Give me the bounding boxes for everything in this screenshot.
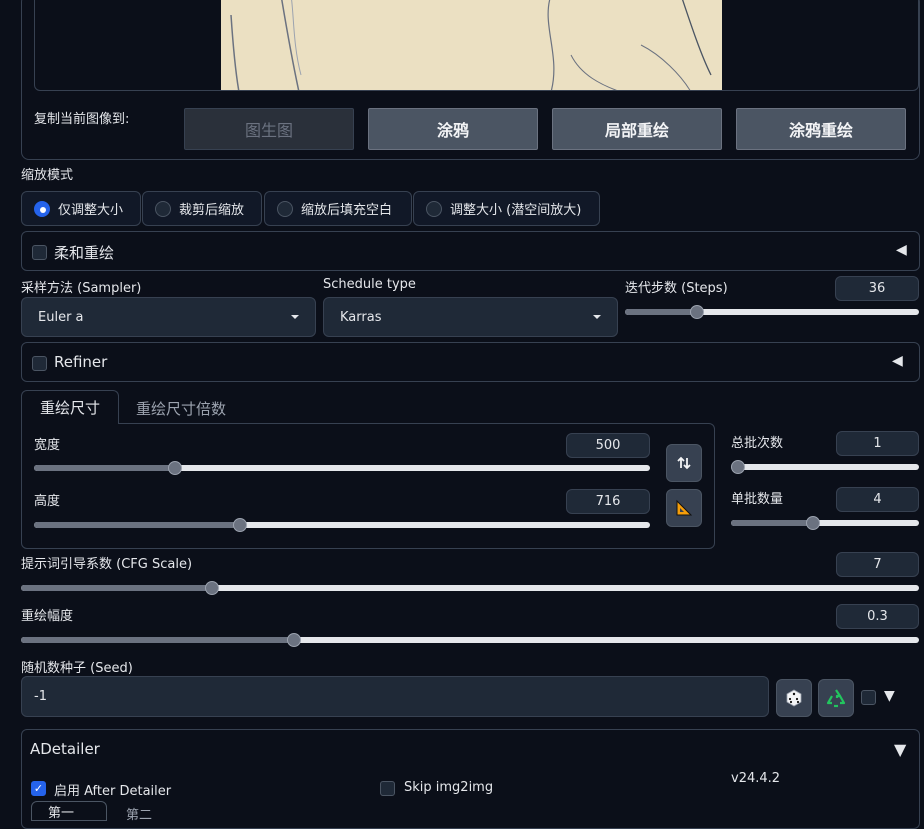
- height-slider-thumb[interactable]: [233, 518, 247, 532]
- height-slider-fill: [34, 522, 238, 528]
- schedule-type-label: Schedule type: [323, 277, 416, 292]
- radio-label: 仅调整大小: [58, 203, 124, 218]
- auto-size-button[interactable]: [666, 489, 702, 527]
- sampler-dropdown[interactable]: Euler a: [21, 297, 316, 337]
- swap-dimensions-button[interactable]: [666, 444, 702, 482]
- image-frame: [34, 0, 919, 91]
- width-slider-thumb[interactable]: [168, 461, 182, 475]
- radio-label: 缩放后填充空白: [301, 203, 393, 218]
- resize-mode-label: 缩放模式: [21, 168, 74, 183]
- denoising-slider-fill: [21, 637, 291, 643]
- batch-count-label: 总批次数: [731, 436, 784, 451]
- radio-unselected-icon: [426, 200, 442, 217]
- seed-extra-arrow-icon[interactable]: ▼: [884, 688, 895, 704]
- cfg-scale-slider-fill: [21, 585, 210, 591]
- cfg-scale-slider-track[interactable]: [21, 585, 919, 591]
- batch-count-input[interactable]: 1: [836, 431, 919, 456]
- swap-arrows-icon: [677, 456, 691, 470]
- recycle-icon: [826, 689, 846, 708]
- width-label: 宽度: [34, 438, 61, 453]
- send-to-inpaint-sketch-button[interactable]: 涂鸦重绘: [736, 108, 906, 150]
- width-input[interactable]: 500: [566, 433, 650, 458]
- width-slider-fill: [34, 465, 176, 471]
- radio-label: 调整大小 (潜空间放大): [450, 203, 582, 218]
- batch-count-slider-thumb[interactable]: [731, 460, 745, 474]
- random-seed-button[interactable]: [776, 679, 812, 717]
- extra-seed-checkbox[interactable]: [861, 690, 876, 705]
- chevron-down-icon: [593, 315, 601, 319]
- soft-inpainting-checkbox[interactable]: [32, 245, 47, 260]
- resize-mode-option-just-resize[interactable]: 仅调整大小: [21, 191, 141, 226]
- batch-size-slider-thumb[interactable]: [806, 516, 820, 530]
- tab-resize-to[interactable]: 重绘尺寸: [21, 390, 119, 424]
- adetailer-version: v24.4.2: [731, 771, 781, 786]
- resize-mode-option-resize-fill[interactable]: 缩放后填充空白: [264, 191, 412, 226]
- batch-size-slider-fill: [731, 520, 812, 526]
- tab-first[interactable]: 第一: [31, 801, 107, 821]
- radio-unselected-icon: [277, 200, 293, 217]
- schedule-type-dropdown[interactable]: Karras: [323, 297, 618, 337]
- denoising-strength-label: 重绘幅度: [21, 609, 74, 624]
- resize-mode-option-crop-resize[interactable]: 裁剪后缩放: [142, 191, 262, 226]
- collapse-arrow-icon[interactable]: ◀: [896, 242, 907, 258]
- seed-label: 随机数种子 (Seed): [21, 661, 133, 676]
- batch-count-slider-track[interactable]: [731, 464, 919, 470]
- send-to-sketch-button[interactable]: 涂鸦: [368, 108, 538, 150]
- send-to-inpaint-button[interactable]: 局部重绘: [552, 108, 722, 150]
- height-slider-track[interactable]: [34, 522, 650, 528]
- seed-input[interactable]: -1: [21, 676, 769, 717]
- enable-adetailer-label: 启用 After Detailer: [54, 784, 172, 799]
- denoising-strength-input[interactable]: 0.3: [836, 604, 919, 629]
- cfg-scale-input[interactable]: 7: [836, 552, 919, 577]
- copy-image-to-label: 复制当前图像到:: [34, 112, 130, 127]
- steps-label: 迭代步数 (Steps): [625, 281, 728, 296]
- soft-inpainting-accordion[interactable]: 柔和重绘 ◀: [21, 231, 920, 271]
- soft-inpainting-title: 柔和重绘: [54, 244, 115, 262]
- steps-input[interactable]: 36: [835, 276, 919, 301]
- tab-resize-by[interactable]: 重绘尺寸倍数: [136, 398, 226, 419]
- sampler-value: Euler a: [38, 309, 84, 325]
- enable-adetailer-checkbox[interactable]: ✓: [31, 781, 46, 796]
- triangle-ruler-icon: [676, 499, 693, 516]
- steps-slider-fill: [625, 309, 696, 315]
- cfg-scale-label: 提示词引导系数 (CFG Scale): [21, 557, 193, 572]
- sketch-image: [221, 0, 722, 90]
- batch-size-slider-track[interactable]: [731, 520, 919, 526]
- schedule-type-value: Karras: [340, 309, 382, 325]
- steps-slider-thumb[interactable]: [690, 305, 704, 319]
- reuse-seed-button[interactable]: [818, 679, 854, 717]
- refiner-checkbox[interactable]: [32, 356, 47, 371]
- refiner-accordion[interactable]: Refiner ◀: [21, 342, 920, 382]
- cfg-scale-slider-thumb[interactable]: [205, 581, 219, 595]
- steps-slider-track[interactable]: [625, 309, 919, 315]
- skip-img2img-checkbox[interactable]: [380, 781, 395, 796]
- adetailer-title[interactable]: ADetailer: [30, 740, 100, 758]
- adetailer-accordion: [21, 729, 920, 829]
- denoising-slider-track[interactable]: [21, 637, 919, 643]
- send-to-img2img-button[interactable]: 图生图: [184, 108, 354, 150]
- batch-size-input[interactable]: 4: [836, 487, 919, 512]
- denoising-slider-thumb[interactable]: [287, 633, 301, 647]
- width-slider-track[interactable]: [34, 465, 650, 471]
- skip-img2img-label: Skip img2img: [404, 780, 494, 795]
- height-input[interactable]: 716: [566, 489, 650, 514]
- height-label: 高度: [34, 494, 61, 509]
- collapse-arrow-icon[interactable]: ◀: [892, 353, 903, 369]
- tab-second[interactable]: 第二: [126, 804, 152, 823]
- image-preview[interactable]: [221, 0, 722, 90]
- radio-unselected-icon: [155, 200, 171, 217]
- chevron-down-icon: [291, 315, 299, 319]
- expand-arrow-icon[interactable]: ▼: [894, 740, 906, 759]
- batch-size-label: 单批数量: [731, 492, 784, 507]
- resize-mode-option-latent-upscale[interactable]: 调整大小 (潜空间放大): [413, 191, 600, 226]
- radio-label: 裁剪后缩放: [179, 203, 245, 218]
- radio-selected-icon: [34, 200, 50, 217]
- refiner-title: Refiner: [54, 353, 108, 371]
- dice-icon: [786, 689, 802, 707]
- sampler-label: 采样方法 (Sampler): [21, 281, 142, 296]
